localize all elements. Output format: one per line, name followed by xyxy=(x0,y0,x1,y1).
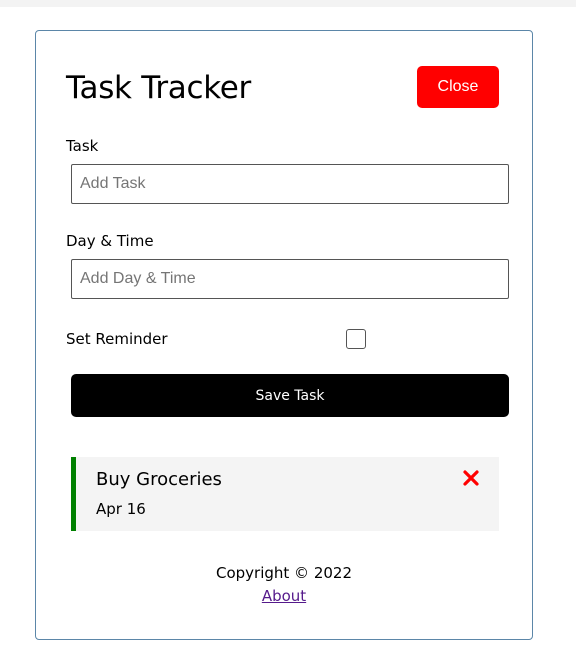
close-x-icon[interactable] xyxy=(462,469,480,489)
task-date: Apr 16 xyxy=(96,500,146,518)
page-title: Task Tracker xyxy=(66,70,251,106)
browser-top-strip xyxy=(0,0,576,7)
reminder-label: Set Reminder xyxy=(66,330,168,348)
task-title: Buy Groceries xyxy=(96,469,222,490)
about-link[interactable]: About xyxy=(262,587,306,605)
day-time-label: Day & Time xyxy=(66,232,154,250)
footer: Copyright © 2022 About xyxy=(36,564,532,605)
copyright-text: Copyright © 2022 xyxy=(215,564,352,582)
task-input[interactable] xyxy=(71,164,509,204)
task-tracker-panel: Task Tracker Close Task Day & Time Set R… xyxy=(35,30,533,640)
day-time-input[interactable] xyxy=(71,259,509,299)
task-label: Task xyxy=(66,137,99,155)
reminder-checkbox[interactable] xyxy=(346,329,366,349)
close-button[interactable]: Close xyxy=(417,66,499,108)
save-task-button[interactable]: Save Task xyxy=(71,374,509,417)
task-item[interactable]: Buy Groceries Apr 16 xyxy=(71,457,499,531)
